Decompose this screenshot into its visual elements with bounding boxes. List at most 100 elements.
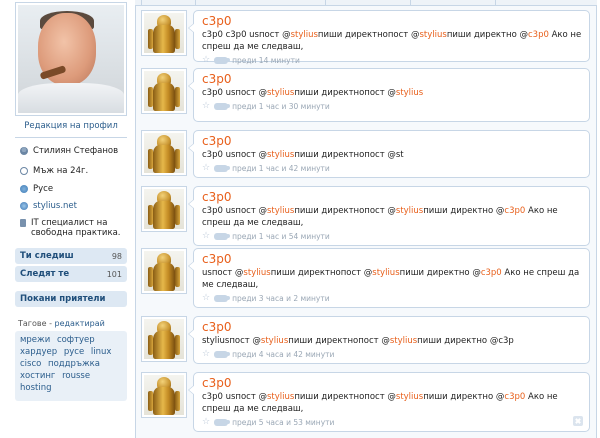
favorite-star-icon[interactable]: ☆: [202, 348, 210, 361]
reply-icon[interactable]: [214, 103, 231, 110]
tweet-author-avatar[interactable]: [141, 372, 187, 418]
tags-edit-link[interactable]: редактирай: [55, 319, 105, 328]
profile-photo-frame[interactable]: [15, 2, 127, 116]
tweet-author-avatar[interactable]: [141, 68, 187, 114]
tweet-text: c3p0 c3p0 usпост @styliusпиши директнопо…: [202, 29, 583, 53]
mention-link[interactable]: stylius: [267, 88, 294, 98]
mention-link[interactable]: c3p0: [481, 268, 502, 278]
reply-icon[interactable]: [214, 233, 231, 240]
mention-link[interactable]: stylius: [396, 392, 423, 402]
mention-link[interactable]: stylius: [267, 150, 294, 160]
tweet-bubble: c3p0 c3p0 usпост @styliusпиши директнопос…: [188, 130, 590, 178]
tweet-timestamp[interactable]: преди 5 часа и 53 минути: [232, 416, 334, 429]
tweet-author-avatar[interactable]: [141, 186, 187, 232]
profile-avatar[interactable]: [18, 5, 124, 113]
tweet-text-segment: пиши директнопост: [294, 392, 388, 402]
mention-link[interactable]: stylius: [372, 268, 399, 278]
divider: [15, 137, 127, 138]
favorite-star-icon[interactable]: ☆: [202, 162, 210, 175]
tweet-text-segment: styliusпост: [202, 336, 253, 346]
reply-icon[interactable]: [214, 57, 231, 64]
mention-link[interactable]: stylius: [396, 88, 423, 98]
tag-link[interactable]: мрежи: [20, 335, 50, 345]
tweet-text: c3p0 usпост @styliusпиши директнопост @s…: [202, 391, 583, 415]
mention-link[interactable]: c3p0: [504, 392, 525, 402]
following-button[interactable]: Ти следиш 98: [15, 248, 127, 264]
edit-profile-link[interactable]: Редакция на профил: [15, 118, 127, 134]
tweet-text-segment: пиши директнопост: [317, 30, 411, 40]
tweet-author-name[interactable]: c3p0: [202, 190, 583, 205]
tweet-timestamp[interactable]: преди 3 часа и 2 минути: [232, 292, 330, 305]
tweet-author-name[interactable]: c3p0: [202, 14, 583, 29]
tweet-text-segment: @: [387, 206, 396, 216]
reply-icon[interactable]: [214, 165, 231, 172]
tag-link[interactable]: rousse: [62, 371, 90, 381]
tweet-timestamp[interactable]: преди 4 часа и 42 минути: [232, 348, 334, 361]
invite-friends-button[interactable]: Покани приятели: [15, 291, 127, 307]
tag-link[interactable]: cisco: [20, 359, 41, 369]
tag-link[interactable]: хостинг: [20, 371, 55, 381]
tweet-author-name[interactable]: c3p0: [202, 376, 583, 391]
tag-link[interactable]: hosting: [20, 383, 52, 393]
mention-link[interactable]: c3p0: [528, 30, 549, 40]
tweet-text-segment: пиши директно: [423, 392, 496, 402]
tag-cloud: мрежи софтуер хардуер русе linux cisco п…: [15, 331, 127, 401]
tweet-text: c3p0 usпост @styliusпиши директнопост @s…: [202, 87, 583, 99]
tweet-meta: ☆ преди 1 час и 42 минути: [202, 162, 583, 175]
mention-link[interactable]: c3p0: [504, 206, 525, 216]
tag-link[interactable]: русе: [64, 347, 84, 357]
tweet-text-segment: c3p0 usпост: [202, 392, 259, 402]
mention-link[interactable]: stylius: [291, 30, 318, 40]
tweet-author-name[interactable]: c3p0: [202, 134, 583, 149]
tweet-author-avatar[interactable]: [141, 248, 187, 294]
mention-link[interactable]: stylius: [261, 336, 288, 346]
tweet-timestamp[interactable]: преди 1 час и 30 минути: [232, 100, 330, 113]
tag-link[interactable]: хардуер: [20, 347, 57, 357]
favorite-star-icon[interactable]: ☆: [202, 100, 210, 113]
tweet-author-avatar[interactable]: [141, 10, 187, 56]
followers-button[interactable]: Следят те 101: [15, 266, 127, 282]
tag-link[interactable]: поддръжка: [48, 359, 100, 369]
tweet-text-segment: пиши директно: [399, 268, 473, 278]
reply-icon[interactable]: [214, 351, 231, 358]
reply-icon[interactable]: [214, 295, 231, 302]
tweet-meta: ☆ преди 1 час и 30 минути: [202, 100, 583, 113]
tweet-text: usпост @styliusпиши директнопост @styliu…: [202, 267, 583, 291]
tweet-text-segment: c3p0 usпост: [202, 206, 259, 216]
tag-link[interactable]: софтуер: [57, 335, 95, 345]
mention-link[interactable]: stylius: [267, 206, 294, 216]
mention-link[interactable]: stylius: [396, 206, 423, 216]
tweet-timestamp[interactable]: преди 1 час и 54 минути: [232, 230, 330, 243]
user-icon: [20, 147, 28, 155]
tweet-text-segment: @: [519, 30, 528, 40]
tweet-text: c3p0 usпост @styliusпиши директнопост @s…: [202, 205, 583, 229]
tweet-text-segment: @: [258, 206, 268, 216]
tweet-author-avatar[interactable]: [141, 130, 187, 176]
tweet-bubble: c3p0 styliusпост @styliusпиши директнопос…: [188, 316, 590, 364]
tag-link[interactable]: linux: [91, 347, 112, 357]
tweet-author-name[interactable]: c3p0: [202, 252, 583, 267]
tweet-timestamp[interactable]: преди 1 час и 42 минути: [232, 162, 330, 175]
favorite-star-icon[interactable]: ☆: [202, 416, 210, 429]
favorite-star-icon[interactable]: ☆: [202, 54, 210, 67]
tweet-timestamp[interactable]: преди 14 минути: [232, 54, 300, 67]
profile-website-row[interactable]: stylius.net: [20, 201, 126, 211]
tweet-bubble: c3p0 c3p0 usпост @styliusпиши директнопос…: [188, 372, 590, 432]
tweet-meta: ☆ преди 1 час и 54 минути: [202, 230, 583, 243]
tweet-text-segment: @: [472, 268, 481, 278]
favorite-star-icon[interactable]: ☆: [202, 292, 210, 305]
mention-link[interactable]: stylius: [390, 336, 417, 346]
delete-icon[interactable]: [573, 416, 583, 426]
tweet-author-avatar[interactable]: [141, 316, 187, 362]
mention-link[interactable]: stylius: [419, 30, 446, 40]
tweet-author-name[interactable]: c3p0: [202, 72, 583, 87]
tweet-author-name[interactable]: c3p0: [202, 320, 583, 335]
favorite-star-icon[interactable]: ☆: [202, 230, 210, 243]
tweet-meta: ☆ преди 4 часа и 42 минути: [202, 348, 583, 361]
reply-icon[interactable]: [214, 419, 231, 426]
followers-label: Следят те: [20, 269, 70, 279]
profile-name-row: Стилиян Стефанов: [20, 146, 126, 156]
mention-link[interactable]: stylius: [267, 392, 294, 402]
profile-website-link[interactable]: stylius.net: [33, 201, 77, 211]
mention-link[interactable]: stylius: [243, 268, 270, 278]
